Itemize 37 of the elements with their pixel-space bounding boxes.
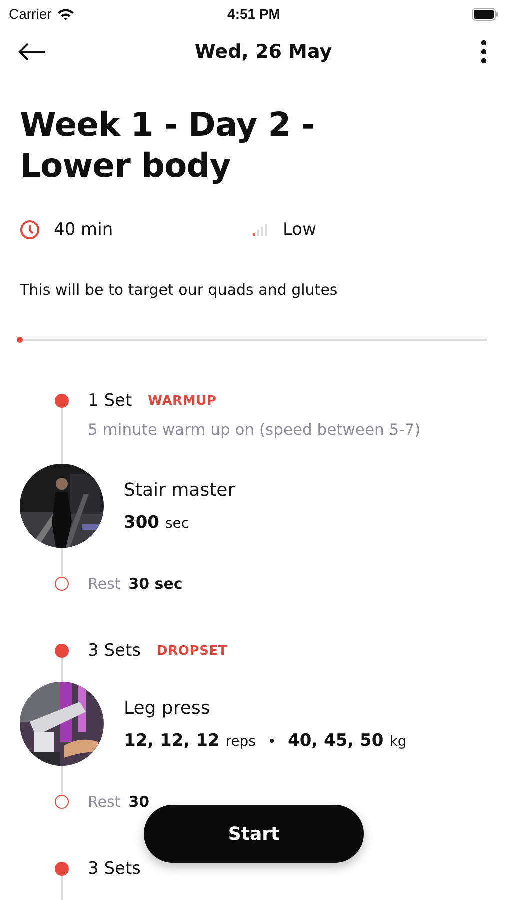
stat-value: 12, 12, 12 bbox=[124, 730, 220, 750]
stat-unit: kg bbox=[390, 734, 407, 750]
rest-dot bbox=[55, 577, 69, 591]
set-dot bbox=[55, 862, 69, 876]
set-dot bbox=[55, 644, 69, 658]
wifi-icon bbox=[56, 8, 75, 20]
exercise-name: Leg press bbox=[124, 698, 212, 718]
rest-label: Rest bbox=[88, 575, 121, 593]
status-time: 4:51 PM bbox=[228, 6, 280, 22]
header-date: Wed, 26 May bbox=[194, 41, 332, 63]
intensity-text: Low bbox=[283, 220, 316, 240]
rest-label: Rest bbox=[88, 793, 121, 811]
carrier-name: Carrier bbox=[9, 6, 52, 22]
stat-unit: reps bbox=[226, 734, 256, 750]
back-button[interactable] bbox=[18, 42, 46, 62]
set-note: 5 minute warm up on (speed between 5-7) bbox=[88, 421, 421, 439]
sets-count: 3 Sets bbox=[88, 859, 141, 879]
set-type-label: WARMUP bbox=[148, 394, 217, 408]
back-arrow-icon bbox=[18, 42, 46, 62]
duration-text: 40 min bbox=[54, 220, 114, 240]
rest-dot bbox=[55, 795, 69, 809]
more-button[interactable] bbox=[481, 40, 487, 64]
workout-title: Week 1 - Day 2 - Lower body bbox=[20, 104, 316, 186]
sets-count: 1 Set bbox=[88, 391, 132, 411]
exercise-name: Stair master bbox=[124, 480, 236, 500]
stat-value: 300 bbox=[124, 512, 160, 532]
separator-dot bbox=[270, 738, 274, 742]
more-icon bbox=[481, 40, 487, 64]
clock-icon bbox=[20, 220, 40, 240]
sets-count: 3 Sets bbox=[88, 641, 141, 661]
set-dot bbox=[55, 394, 69, 408]
stat-unit: sec bbox=[166, 516, 190, 532]
workout-description: This will be to target our quads and glutes bbox=[20, 281, 339, 299]
set-type-label: DROPSET bbox=[157, 644, 228, 658]
rest-duration: 30 sec bbox=[128, 575, 183, 593]
stat-value: 40, 45, 50 bbox=[288, 730, 384, 750]
battery-icon bbox=[472, 8, 499, 20]
